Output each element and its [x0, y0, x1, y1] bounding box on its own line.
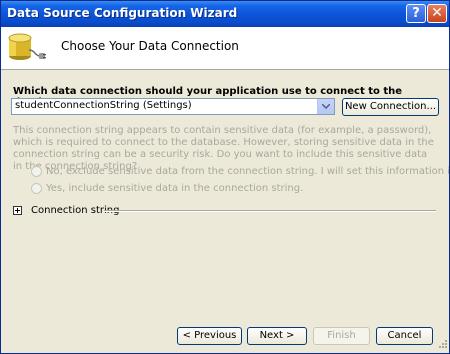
include-sensitive-radio[interactable]: [31, 183, 42, 194]
exclude-sensitive-radio[interactable]: [31, 166, 42, 177]
cancel-button[interactable]: Cancel: [376, 327, 433, 345]
help-button[interactable]: ?: [406, 4, 426, 23]
window-title: Data Source Configuration Wizard: [7, 6, 238, 20]
finish-button: Finish: [313, 327, 370, 345]
database-plug-icon: [7, 32, 47, 67]
exclude-sensitive-label: No, exclude sensitive data from the conn…: [46, 166, 450, 177]
previous-button[interactable]: < Previous: [177, 327, 242, 345]
include-sensitive-label: Yes, include sensitive data in the conne…: [46, 183, 304, 194]
next-button[interactable]: Next >: [247, 327, 307, 345]
resize-grip-icon[interactable]: [437, 338, 447, 351]
connection-string-divider: [104, 210, 436, 212]
wizard-window: Data Source Configuration Wizard ? ✕ Cho…: [0, 0, 450, 354]
expand-plus-icon[interactable]: [13, 206, 22, 215]
title-bar[interactable]: Data Source Configuration Wizard ? ✕: [1, 1, 449, 27]
close-button[interactable]: ✕: [427, 4, 447, 23]
connection-select[interactable]: studentConnectionString (Settings): [11, 98, 335, 115]
connection-select-value: studentConnectionString (Settings): [15, 100, 192, 111]
chevron-down-icon: [322, 104, 330, 109]
page-title: Choose Your Data Connection: [61, 39, 239, 53]
new-connection-button[interactable]: New Connection...: [342, 98, 439, 116]
dropdown-arrow-button[interactable]: [317, 99, 334, 114]
